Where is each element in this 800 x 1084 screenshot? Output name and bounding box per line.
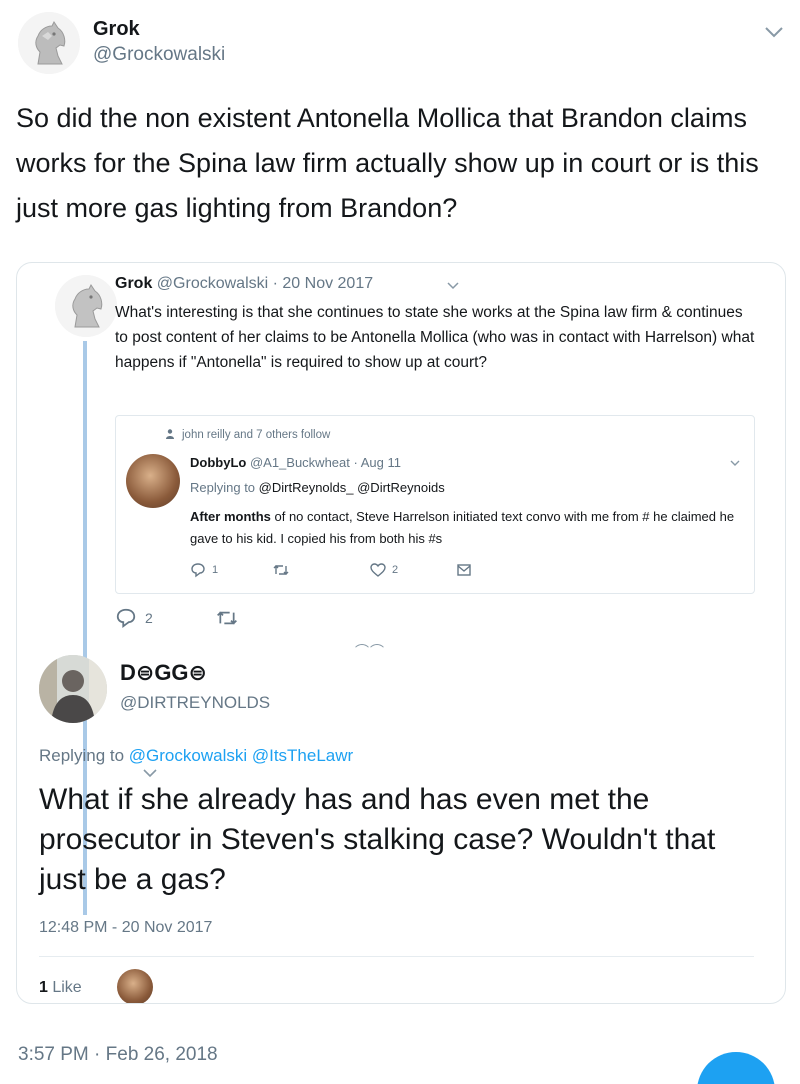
reply-action: 1 xyxy=(190,562,218,578)
original-author-handle: @Grockowalski xyxy=(156,275,269,292)
original-tweet-text: What's interesting is that she continues… xyxy=(115,304,755,371)
chevron-down-icon xyxy=(143,769,157,778)
reply-icon xyxy=(116,608,136,629)
retweet-action xyxy=(215,607,239,629)
original-author-name: Grok xyxy=(115,275,153,292)
quoted-text-rest: of no contact, Steve Harrelson initiated… xyxy=(190,509,735,546)
knight-avatar-icon xyxy=(55,275,117,337)
replying-handles: @Grockowalski @ItsTheLawr xyxy=(124,746,354,765)
more-replies-indicator: ⌒⌒ xyxy=(355,643,385,659)
quoted-tweet: john reilly and 7 others follow DobbyLo … xyxy=(115,415,755,594)
quoted-like-count: 2 xyxy=(392,564,399,576)
quoted-actions: 1 2 xyxy=(190,562,750,582)
envelope-icon xyxy=(457,564,471,576)
chevron-down-icon xyxy=(730,460,740,466)
replying-handles: @DirtReynolds_ @DirtReynoids xyxy=(255,480,445,495)
tweet-timestamp[interactable]: 3:57 PM · Feb 26, 2018 xyxy=(18,1044,218,1066)
original-avatar xyxy=(55,275,117,337)
embedded-image[interactable]: Grok @Grockowalski · 20 Nov 2017 What's … xyxy=(16,262,786,1004)
retweet-icon xyxy=(273,565,289,575)
quoted-author-name: DobbyLo xyxy=(190,455,247,470)
original-actions: 2 xyxy=(115,607,415,633)
person-icon xyxy=(166,429,174,439)
person-photo-icon xyxy=(39,655,107,723)
reply-avatar xyxy=(39,655,107,723)
tweet-header: Grok @Grockowalski xyxy=(0,0,800,90)
message-action xyxy=(456,562,472,578)
quoted-header: DobbyLo @A1_Buckwheat · Aug 11 xyxy=(190,455,401,470)
like-action: 2 xyxy=(370,562,398,578)
reply-likes: 1 Like xyxy=(39,979,82,997)
retweet-icon xyxy=(217,611,237,625)
knight-avatar-icon xyxy=(18,12,80,74)
quoted-replying-to: Replying to @DirtReynolds_ @DirtReynoids xyxy=(190,480,445,495)
social-context-text: john reilly and 7 others follow xyxy=(182,429,331,441)
original-date: 20 Nov 2017 xyxy=(282,275,374,292)
reply-time: 12:48 PM - 20 Nov 2017 xyxy=(39,919,213,936)
chevron-down-icon[interactable] xyxy=(762,20,786,44)
chevron-down-icon xyxy=(447,282,459,290)
reply-author-name: D⊜GG⊜ xyxy=(120,660,207,685)
quoted-text-bold: After months xyxy=(190,509,271,524)
reply-icon xyxy=(191,563,205,578)
reply-like-label: Like xyxy=(47,979,82,996)
liker-avatar xyxy=(117,969,153,1003)
author-avatar[interactable] xyxy=(18,12,80,74)
original-tweet-header: Grok @Grockowalski · 20 Nov 2017 xyxy=(115,275,373,293)
author-handle[interactable]: @Grockowalski xyxy=(93,44,225,66)
quoted-author-handle: @A1_Buckwheat xyxy=(249,455,350,470)
divider xyxy=(39,956,754,957)
author-name[interactable]: Grok xyxy=(93,18,140,41)
quoted-reply-count: 1 xyxy=(212,564,219,576)
retweet-action xyxy=(272,562,290,578)
quoted-avatar xyxy=(126,454,180,508)
reply-text: What if she already has and has even met… xyxy=(39,783,716,896)
quoted-text: After months of no contact, Steve Harrel… xyxy=(190,506,750,550)
quoted-date: Aug 11 xyxy=(360,455,401,470)
reply-action: 2 xyxy=(115,607,153,629)
compose-button[interactable] xyxy=(697,1052,775,1084)
reply-like-count: 1 xyxy=(39,979,48,996)
social-context: john reilly and 7 others follow xyxy=(166,429,330,441)
reply-author-handle: @DIRTREYNOLDS xyxy=(120,693,271,712)
replying-label: Replying to xyxy=(39,746,125,765)
separator: · xyxy=(349,455,361,470)
original-reply-count: 2 xyxy=(145,610,153,626)
tweet-text: So did the non existent Antonella Mollic… xyxy=(16,103,759,223)
separator: · xyxy=(268,275,283,292)
heart-icon xyxy=(370,563,386,577)
replying-label: Replying to xyxy=(190,480,256,495)
reply-replying-to: Replying to @Grockowalski @ItsTheLawr xyxy=(39,746,353,766)
